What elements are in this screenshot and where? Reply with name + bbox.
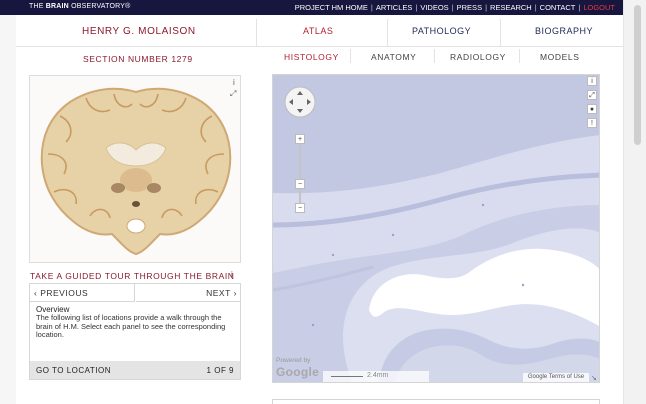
map-expand-icon[interactable]: ⤢ — [587, 90, 597, 100]
nav-press[interactable]: PRESS — [457, 3, 482, 12]
tour-info-icon[interactable]: i — [231, 270, 233, 279]
tab-atlas[interactable]: ATLAS — [303, 26, 333, 36]
map-info-icon[interactable]: i — [587, 76, 597, 86]
google-logo: Google — [276, 365, 320, 379]
top-bar: THE BRAIN OBSERVATORY® PROJECT HM HOME | A… — [0, 0, 623, 15]
divider — [434, 49, 435, 63]
section-thumbnail[interactable]: i ⤢ — [29, 75, 241, 263]
guided-tour-panel: ‹ PREVIOUS NEXT › Overview The following… — [29, 283, 241, 380]
subtab-models[interactable]: MODELS — [540, 52, 580, 62]
divider — [500, 19, 501, 46]
subtab-radiology[interactable]: RADIOLOGY — [450, 52, 506, 62]
histology-map-viewer[interactable]: + − − i ⤢ ● ! Powered by Google 2.4mm Go… — [272, 74, 600, 383]
chevron-right-icon: › — [230, 288, 237, 298]
divider — [256, 19, 257, 46]
overview-text: The following list of locations provide … — [36, 313, 226, 340]
page-scrollbar[interactable] — [623, 0, 646, 404]
location-pin-icon[interactable]: ● — [587, 104, 597, 114]
brain-observatory-logo[interactable]: THE BRAIN OBSERVATORY® — [29, 3, 131, 10]
header-divider — [16, 46, 623, 47]
pan-control[interactable] — [283, 85, 317, 119]
lower-panel — [272, 399, 600, 404]
previous-button[interactable]: ‹ PREVIOUS — [30, 284, 135, 302]
patient-name: HENRY G. MOLAISON — [82, 26, 196, 37]
info-icon[interactable]: i — [233, 78, 235, 87]
location-counter: 1 OF 9 — [206, 366, 234, 375]
section-number: SECTION NUMBER 1279 — [83, 54, 193, 64]
expand-icon[interactable]: ⤢ — [230, 89, 236, 99]
top-nav: PROJECT HM HOME | ARTICLES | VIDEOS | PRESS | RE… — [294, 3, 615, 12]
nav-project-hm-home[interactable]: PROJECT HM HOME — [295, 3, 368, 12]
zoom-slider-handle[interactable]: − — [295, 179, 305, 189]
zoom-in-button[interactable]: + — [295, 134, 305, 144]
nav-contact[interactable]: CONTACT — [540, 3, 576, 12]
alert-icon[interactable]: ! — [587, 118, 597, 128]
zoom-out-button[interactable]: − — [295, 203, 305, 213]
nav-videos[interactable]: VIDEOS — [420, 3, 448, 12]
scale-bar — [331, 376, 363, 377]
divider — [350, 49, 351, 63]
go-to-location-button[interactable]: GO TO LOCATION — [36, 366, 111, 375]
brain-section-image — [30, 76, 240, 262]
nav-articles[interactable]: ARTICLES — [376, 3, 413, 12]
subtab-histology[interactable]: HISTOLOGY — [284, 52, 339, 62]
powered-by-label: Powered by — [276, 357, 311, 364]
terms-of-use-link[interactable]: Google Terms of Use — [523, 373, 589, 382]
scale-label: 2.4mm — [367, 372, 389, 379]
resize-icon[interactable]: ↘ — [591, 374, 597, 382]
page: THE BRAIN OBSERVATORY® PROJECT HM HOME | A… — [0, 0, 646, 404]
histology-tissue-image[interactable] — [273, 75, 600, 383]
map-scale: 2.4mm — [323, 371, 429, 382]
guided-tour-title: TAKE A GUIDED TOUR THROUGH THE BRAIN — [30, 271, 235, 281]
scrollbar-thumb[interactable] — [634, 5, 641, 145]
logout-link[interactable]: LOGOUT — [583, 3, 615, 12]
next-button[interactable]: NEXT › — [136, 284, 241, 302]
go-to-location-bar[interactable]: GO TO LOCATION 1 OF 9 — [30, 361, 240, 379]
divider — [387, 19, 388, 46]
tab-biography[interactable]: BIOGRAPHY — [535, 26, 593, 36]
tab-pathology[interactable]: PATHOLOGY — [412, 26, 471, 36]
nav-research[interactable]: RESEARCH — [490, 3, 532, 12]
divider — [519, 49, 520, 63]
subtab-anatomy[interactable]: ANATOMY — [371, 52, 416, 62]
zoom-slider-track[interactable] — [299, 134, 301, 210]
main-content: HENRY G. MOLAISON ATLAS PATHOLOGY BIOGRA… — [16, 15, 623, 404]
